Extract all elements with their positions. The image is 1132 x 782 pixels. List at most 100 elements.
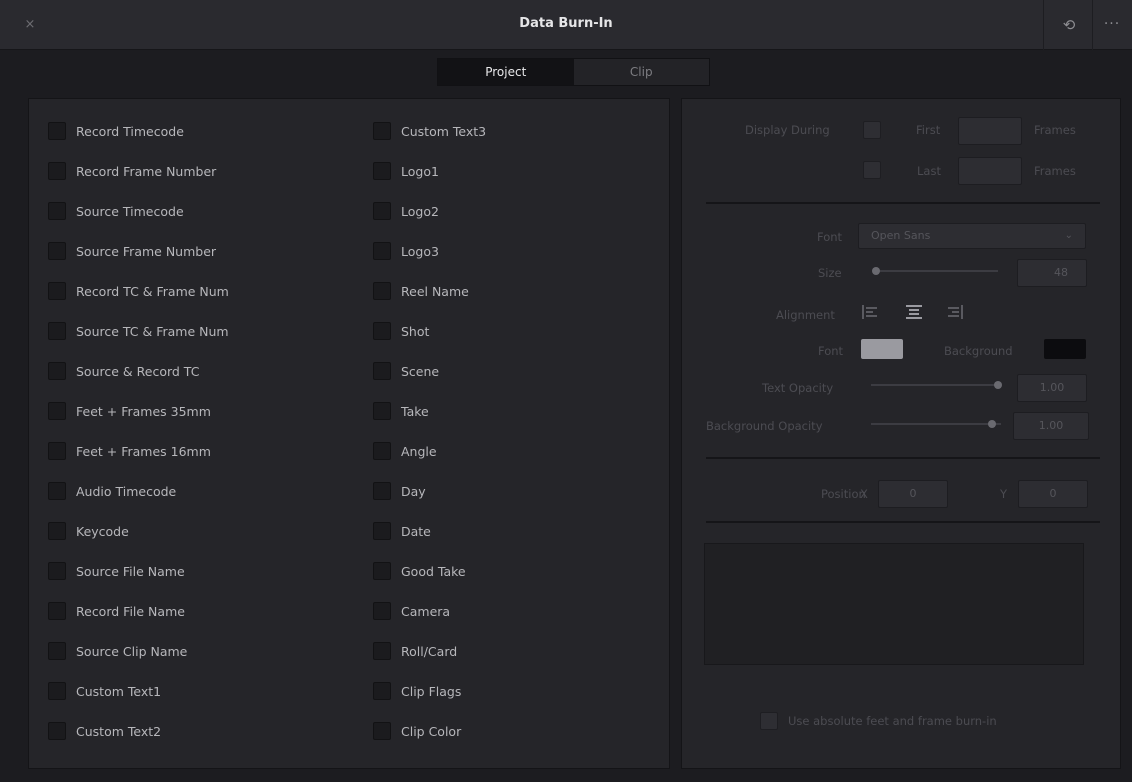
option-checkbox[interactable] — [373, 442, 391, 460]
option-checkbox[interactable] — [373, 122, 391, 140]
first-frames-input[interactable] — [958, 117, 1022, 145]
burn-in-option[interactable]: Date — [373, 521, 431, 541]
burn-in-option[interactable]: Record TC & Frame Num — [48, 281, 229, 301]
last-frames-input[interactable] — [958, 157, 1022, 185]
burn-in-option[interactable]: Feet + Frames 35mm — [48, 401, 211, 421]
option-checkbox[interactable] — [48, 442, 66, 460]
burn-in-option[interactable]: Camera — [373, 601, 450, 621]
background-opacity-input[interactable]: 1.00 — [1013, 412, 1089, 440]
burn-in-option[interactable]: Logo1 — [373, 161, 439, 181]
burn-in-option[interactable]: Record Timecode — [48, 121, 184, 141]
option-checkbox[interactable] — [48, 642, 66, 660]
size-input[interactable]: 48 — [1017, 259, 1087, 287]
option-label: Take — [401, 403, 429, 419]
option-label: Good Take — [401, 563, 466, 579]
font-select[interactable]: Open Sans ⌄ — [858, 223, 1086, 249]
option-label: Logo2 — [401, 203, 439, 219]
burn-in-option[interactable]: Feet + Frames 16mm — [48, 441, 211, 461]
option-checkbox[interactable] — [48, 362, 66, 380]
title-divider — [1043, 0, 1044, 50]
option-checkbox[interactable] — [48, 122, 66, 140]
background-opacity-slider-track[interactable] — [871, 423, 1001, 425]
burn-in-option[interactable]: Custom Text3 — [373, 121, 486, 141]
burn-in-option[interactable]: Source TC & Frame Num — [48, 321, 229, 341]
burn-in-option[interactable]: Logo2 — [373, 201, 439, 221]
option-checkbox[interactable] — [48, 482, 66, 500]
text-opacity-slider-track[interactable] — [871, 384, 1001, 386]
text-opacity-label: Text Opacity — [762, 381, 834, 395]
size-slider-track[interactable] — [874, 270, 998, 272]
burn-in-option[interactable]: Source & Record TC — [48, 361, 199, 381]
absolute-feet-frames-checkbox[interactable] — [760, 712, 778, 730]
option-checkbox[interactable] — [48, 722, 66, 740]
option-checkbox[interactable] — [373, 242, 391, 260]
option-checkbox[interactable] — [373, 322, 391, 340]
burn-in-option[interactable]: Source Frame Number — [48, 241, 216, 261]
option-checkbox[interactable] — [373, 202, 391, 220]
frames-label: Frames — [1034, 164, 1076, 178]
option-checkbox[interactable] — [48, 282, 66, 300]
option-checkbox[interactable] — [48, 522, 66, 540]
option-checkbox[interactable] — [373, 682, 391, 700]
burn-in-option[interactable]: Roll/Card — [373, 641, 457, 661]
option-checkbox[interactable] — [373, 162, 391, 180]
burn-in-option[interactable]: Angle — [373, 441, 437, 461]
display-during-last-checkbox[interactable] — [863, 161, 881, 179]
option-checkbox[interactable] — [48, 242, 66, 260]
option-checkbox[interactable] — [373, 362, 391, 380]
option-checkbox[interactable] — [48, 562, 66, 580]
burn-in-option[interactable]: Scene — [373, 361, 439, 381]
background-color-swatch[interactable] — [1044, 339, 1086, 359]
burn-in-option[interactable]: Clip Flags — [373, 681, 461, 701]
option-checkbox[interactable] — [373, 602, 391, 620]
burn-in-option[interactable]: Good Take — [373, 561, 466, 581]
option-checkbox[interactable] — [373, 642, 391, 660]
tab-clip[interactable]: Clip — [574, 59, 710, 85]
burn-in-option[interactable]: Source Clip Name — [48, 641, 187, 661]
option-checkbox[interactable] — [373, 722, 391, 740]
option-label: Record Frame Number — [76, 163, 217, 179]
option-checkbox[interactable] — [373, 402, 391, 420]
burn-in-option[interactable]: Custom Text1 — [48, 681, 161, 701]
align-right-icon[interactable] — [947, 305, 963, 319]
tab-project[interactable]: Project — [438, 59, 574, 85]
option-label: Source TC & Frame Num — [76, 323, 229, 339]
position-x-input[interactable]: 0 — [878, 480, 948, 508]
text-opacity-input[interactable]: 1.00 — [1017, 374, 1087, 402]
align-left-icon[interactable] — [862, 305, 878, 319]
burn-in-option[interactable]: Take — [373, 401, 429, 421]
size-slider-knob[interactable] — [872, 267, 880, 275]
burn-in-option[interactable]: Source File Name — [48, 561, 185, 581]
burn-in-option[interactable]: Keycode — [48, 521, 129, 541]
option-label: Record TC & Frame Num — [76, 283, 229, 299]
option-checkbox[interactable] — [373, 282, 391, 300]
burn-in-option[interactable]: Shot — [373, 321, 429, 341]
burn-in-option[interactable]: Audio Timecode — [48, 481, 176, 501]
burn-in-option[interactable]: Logo3 — [373, 241, 439, 261]
display-during-first-checkbox[interactable] — [863, 121, 881, 139]
burn-in-option[interactable]: Day — [373, 481, 426, 501]
text-opacity-slider-knob[interactable] — [994, 381, 1002, 389]
option-checkbox[interactable] — [48, 162, 66, 180]
burn-in-option[interactable]: Source Timecode — [48, 201, 184, 221]
option-checkbox[interactable] — [48, 682, 66, 700]
font-color-swatch[interactable] — [861, 339, 903, 359]
burn-in-option[interactable]: Custom Text2 — [48, 721, 161, 741]
burn-in-option[interactable]: Reel Name — [373, 281, 469, 301]
option-checkbox[interactable] — [373, 562, 391, 580]
more-options-icon[interactable]: ··· — [1097, 14, 1127, 34]
burn-in-option[interactable]: Record File Name — [48, 601, 185, 621]
option-checkbox[interactable] — [48, 602, 66, 620]
position-y-input[interactable]: 0 — [1018, 480, 1088, 508]
option-label: Keycode — [76, 523, 129, 539]
burn-in-option[interactable]: Clip Color — [373, 721, 461, 741]
option-checkbox[interactable] — [48, 202, 66, 220]
option-checkbox[interactable] — [373, 522, 391, 540]
option-checkbox[interactable] — [373, 482, 391, 500]
option-checkbox[interactable] — [48, 402, 66, 420]
reset-icon[interactable]: ⟲ — [1058, 15, 1080, 35]
option-checkbox[interactable] — [48, 322, 66, 340]
burn-in-option[interactable]: Record Frame Number — [48, 161, 216, 181]
align-center-icon[interactable] — [906, 305, 922, 319]
background-opacity-slider-knob[interactable] — [988, 420, 996, 428]
